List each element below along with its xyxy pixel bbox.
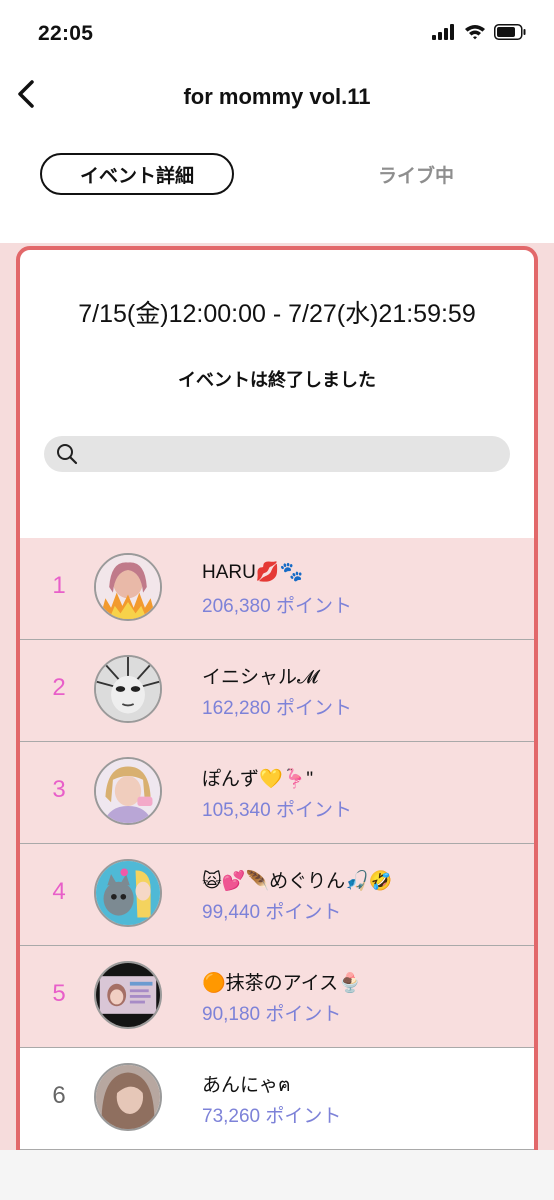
ranking-row[interactable]: 1 HARU💋🐾 206,380 ポイント <box>20 538 534 640</box>
avatar <box>94 757 162 825</box>
event-status: イベントは終了しました <box>178 370 376 390</box>
ranking-list: 1 HARU💋🐾 206,380 ポイント 2 イニシャル𝓜 162,280 ポ… <box>20 538 534 1150</box>
avatar <box>94 1063 162 1131</box>
bottom-toolbar <box>0 1150 554 1200</box>
rank-number: 5 <box>52 980 66 1007</box>
battery-icon <box>494 24 526 45</box>
avatar <box>94 655 162 723</box>
tab-event-details[interactable]: イベント詳細 <box>40 153 234 195</box>
status-icons <box>432 24 526 45</box>
event-card: 7/15(金)12:00:00 - 7/27(水)21:59:59 イベントは終… <box>16 246 538 1186</box>
tab-live[interactable]: ライブ中 <box>318 153 514 195</box>
search-icon <box>56 443 78 465</box>
user-points: 206,380 ポイント <box>202 596 352 617</box>
ranking-row[interactable]: 2 イニシャル𝓜 162,280 ポイント <box>20 640 534 742</box>
rank-number: 2 <box>52 674 66 701</box>
rank-number: 6 <box>52 1082 66 1109</box>
user-points: 99,440 ポイント <box>202 902 342 923</box>
status-bar: 22:05 <box>0 0 554 66</box>
search-input[interactable] <box>44 436 510 472</box>
user-name: 🟠抹茶のアイス🍨 <box>202 973 362 994</box>
signal-icon <box>432 24 456 45</box>
wifi-icon <box>464 24 486 45</box>
rank-number: 3 <box>52 776 66 803</box>
ranking-row[interactable]: 3 ぽんず💛🦩" 105,340 ポイント <box>20 742 534 844</box>
user-name: イニシャル𝓜 <box>202 667 319 688</box>
ranking-row[interactable]: 6 あんにゃฅ 73,260 ポイント <box>20 1048 534 1150</box>
nav-bar: for mommy vol.11 <box>0 66 554 130</box>
tab-bar: イベント詳細 ライブ中 <box>0 148 554 204</box>
avatar <box>94 859 162 927</box>
ranking-row[interactable]: 4 🙀💕🪶めぐりん🎣🤣 99,440 ポイント <box>20 844 534 946</box>
user-points: 73,260 ポイント <box>202 1106 342 1127</box>
user-points: 90,180 ポイント <box>202 1004 342 1025</box>
status-time: 22:05 <box>38 22 94 45</box>
user-name: 🙀💕🪶めぐりん🎣🤣 <box>202 871 393 892</box>
ranking-row[interactable]: 5 🟠抹茶のアイス🍨 90,180 ポイント <box>20 946 534 1048</box>
rank-number: 4 <box>52 878 66 905</box>
user-points: 105,340 ポイント <box>202 800 352 821</box>
avatar <box>94 553 162 621</box>
user-points: 162,280 ポイント <box>202 698 352 719</box>
avatar <box>94 961 162 1029</box>
page-title: for mommy vol.11 <box>183 84 371 109</box>
user-name: あんにゃฅ <box>202 1075 291 1096</box>
rank-number: 1 <box>52 572 66 599</box>
user-name: HARU💋🐾 <box>202 562 304 583</box>
event-period: 7/15(金)12:00:00 - 7/27(水)21:59:59 <box>78 300 476 328</box>
user-name: ぽんず💛🦩" <box>202 769 314 790</box>
